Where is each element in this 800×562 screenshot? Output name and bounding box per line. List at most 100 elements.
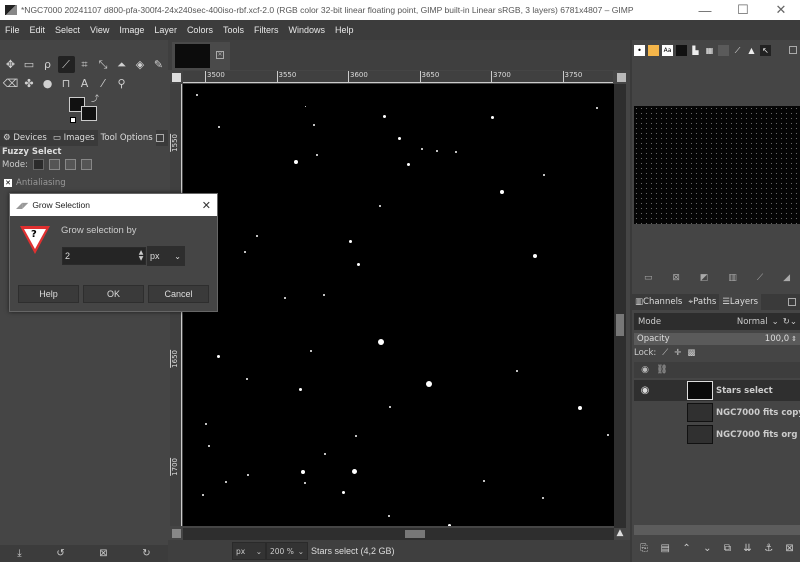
vertical-scroll-thumb[interactable] [616,314,624,336]
swap-colors-icon[interactable]: ⤴ [91,93,99,104]
unit-selector[interactable]: px ⌄ [232,542,266,560]
pointer-tab-icon[interactable]: ▦ [704,45,715,56]
zoom-tool-icon[interactable]: ⚲ [113,75,130,92]
tab-paths[interactable]: ⌖Paths [685,294,719,310]
duplicate-layer-icon[interactable]: ⧉ [724,543,731,554]
maximize-button[interactable]: ☐ [724,2,762,18]
close-image-tab-icon[interactable]: ✕ [216,51,224,59]
opacity-slider[interactable]: Opacity 100,0 ⇕ [634,333,800,345]
zoom-image-on-resize-button[interactable] [617,73,626,82]
mode-add-button[interactable] [49,159,61,170]
anchor-layer-icon[interactable]: ⚓ [764,543,773,554]
histogram-tab-icon[interactable]: ▙ [690,45,701,56]
merge-down-icon[interactable]: ⇊ [743,543,751,554]
horizontal-scrollbar[interactable] [183,528,614,540]
delete-options-icon[interactable]: ⊠ [99,548,107,559]
menu-colors[interactable]: Colors [182,25,218,35]
close-window-button[interactable]: ✕ [762,2,800,18]
zoom-in-icon[interactable]: ⊠ [672,273,680,283]
tab-channels[interactable]: ▥Channels [632,294,685,310]
tab-layers[interactable]: ☰Layers [719,294,762,310]
lower-layer-icon[interactable]: ⌄ [703,543,711,554]
bucket-fill-tool-icon[interactable]: ◈ [132,56,149,73]
navigate-icon[interactable]: ▲ [614,528,626,540]
crop-tool-icon[interactable]: ⌗ [76,56,93,73]
warp-tool-icon[interactable]: ⏶ [113,56,130,73]
layer-row[interactable]: ◉ Stars select [634,380,800,401]
menu-windows[interactable]: Windows [283,25,330,35]
mode-intersect-button[interactable] [81,159,93,170]
spin-buttons-icon[interactable]: ▲ ▼ [137,250,145,262]
rect-select-tool-icon[interactable]: ▭ [21,56,38,73]
palette-tab-icon[interactable] [676,44,687,56]
text-tool-icon[interactable]: A [76,75,93,92]
heal-tool-icon[interactable]: ✤ [21,75,38,92]
navigation-preview[interactable] [634,106,800,224]
paths-tool-icon[interactable]: ⊓ [58,75,75,92]
color-picker-tool-icon[interactable]: ⁄ [95,75,112,92]
dock-menu-icon[interactable] [156,134,164,142]
fuzzy-select-tool-icon[interactable]: ⟋ [57,56,75,73]
ruler-menu-button[interactable] [172,73,181,82]
layers-horizontal-scrollbar[interactable] [634,525,800,535]
antialiasing-checkbox[interactable]: ✕ [4,179,12,187]
ok-button[interactable]: OK [83,285,144,303]
dock-menu-icon[interactable] [789,46,797,54]
menu-help[interactable]: Help [330,25,359,35]
minimize-button[interactable]: — [686,3,724,18]
paintbrush-tool-icon[interactable]: ✎ [150,56,167,73]
save-options-icon[interactable]: ⤓ [17,548,21,559]
undo-history-tab-icon[interactable]: ↖ [760,44,771,56]
cancel-button[interactable]: Cancel [148,285,209,303]
transform-tool-icon[interactable]: ⤡ [95,56,112,73]
menu-layer[interactable]: Layer [149,25,182,35]
free-select-tool-icon[interactable]: ρ [39,56,56,73]
tab-tool-options[interactable]: Tool Options [97,130,156,146]
zoom-fit-icon[interactable]: ◩ [700,273,709,283]
menu-edit[interactable]: Edit [25,25,51,35]
dock-menu-icon[interactable] [788,298,796,306]
eraser-tool-icon[interactable]: ⌫ [2,75,19,92]
navigation-tab-icon[interactable] [718,44,729,56]
raise-layer-icon[interactable]: ⌃ [682,543,690,554]
composite-mode-icon[interactable]: ↻⌄ [783,317,797,327]
zoom-out-icon[interactable]: ▭ [644,273,653,283]
smudge-tool-icon[interactable]: ● [39,75,56,92]
unit-combo[interactable]: px ⌄ [147,246,185,266]
tab-devices[interactable]: ⚙ Devices [0,130,50,146]
move-tool-icon[interactable]: ✥ [2,56,19,73]
paint-dynamics-tab-icon[interactable]: ⟋ [732,45,743,56]
visibility-eye-icon[interactable]: ◉ [634,385,656,396]
menu-filters[interactable]: Filters [249,25,284,35]
tab-images[interactable]: ▭ Images [50,130,98,146]
patterns-tab-icon[interactable] [648,44,659,56]
default-colors-icon[interactable] [70,117,76,123]
menu-select[interactable]: Select [50,25,85,35]
edit-icon[interactable]: ◢ [783,273,790,283]
fonts-tab-icon[interactable]: Aa [662,44,673,56]
layer-row[interactable]: NGC7000 fits copy [634,402,800,423]
lock-position-icon[interactable]: ✛ [674,348,681,358]
brushes-tab-icon[interactable]: • [634,44,645,56]
grow-amount-field[interactable]: ▲▼ [62,247,146,265]
shrink-wrap-icon[interactable]: ⟋ [757,273,763,283]
mode-replace-button[interactable] [33,159,45,170]
vertical-scrollbar[interactable] [614,84,626,528]
quick-mask-toggle[interactable] [172,529,181,538]
menu-image[interactable]: Image [114,25,149,35]
help-button[interactable]: Help [18,285,79,303]
lock-pixels-icon[interactable]: ⟋ [662,348,668,358]
background-color-swatch[interactable] [81,106,97,121]
zoom-fill-icon[interactable]: ▥ [728,273,737,283]
delete-layer-icon[interactable]: ⊠ [785,543,793,554]
spin-icon[interactable]: ⇕ [791,335,797,343]
menu-view[interactable]: View [85,25,114,35]
zoom-selector[interactable]: 200 % ⌄ [266,542,308,560]
mode-subtract-button[interactable] [65,159,77,170]
sample-points-tab-icon[interactable]: ▲ [746,45,757,56]
new-layer-icon[interactable]: ⎘ [640,543,648,554]
restore-options-icon[interactable]: ↺ [56,548,64,559]
lock-alpha-icon[interactable]: ▩ [687,348,695,358]
layer-row[interactable]: NGC7000 fits org [634,424,800,445]
dialog-close-button[interactable]: ✕ [202,199,211,212]
